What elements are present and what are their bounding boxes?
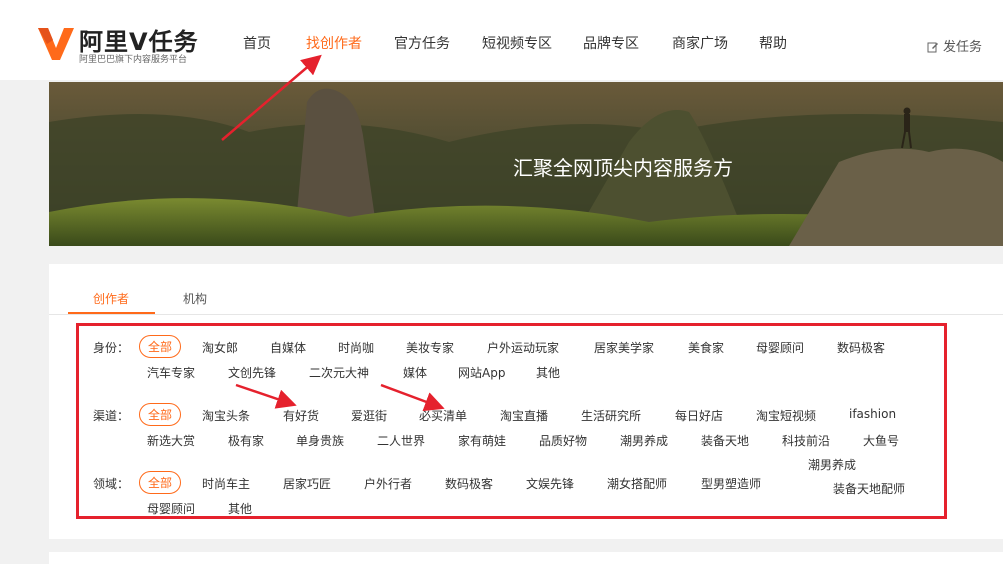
- nav-help[interactable]: 帮助: [759, 33, 787, 53]
- nav-find-creators[interactable]: 找创作者: [306, 33, 362, 53]
- active-tab-indicator: [68, 312, 155, 314]
- nav-brand-zone[interactable]: 品牌专区: [583, 33, 639, 53]
- tab-creators[interactable]: 创作者: [93, 290, 129, 307]
- v-logo-icon[interactable]: [36, 24, 76, 62]
- top-navigation: 阿里V任务 阿里巴巴旗下内容服务平台 首页 找创作者 官方任务 短视频专区 品牌…: [0, 0, 1003, 80]
- tab-institutions[interactable]: 机构: [183, 290, 207, 307]
- next-panel: [49, 552, 1003, 564]
- hero-banner: 汇聚全网顶尖内容服务方: [49, 82, 1003, 246]
- nav-home[interactable]: 首页: [243, 33, 271, 53]
- nav-short-video[interactable]: 短视频专区: [482, 33, 552, 53]
- banner-title: 汇聚全网顶尖内容服务方: [513, 156, 733, 180]
- nav-official-tasks[interactable]: 官方任务: [394, 33, 450, 53]
- edit-icon: [927, 42, 938, 53]
- publish-task-label: 发任务: [943, 40, 983, 55]
- highlight-box: [76, 323, 947, 519]
- nav-merchant-square[interactable]: 商家广场: [672, 33, 728, 53]
- tab-divider: [49, 314, 1003, 315]
- brand-subtitle: 阿里巴巴旗下内容服务平台: [79, 55, 188, 65]
- publish-task-button[interactable]: 发任务: [927, 36, 982, 55]
